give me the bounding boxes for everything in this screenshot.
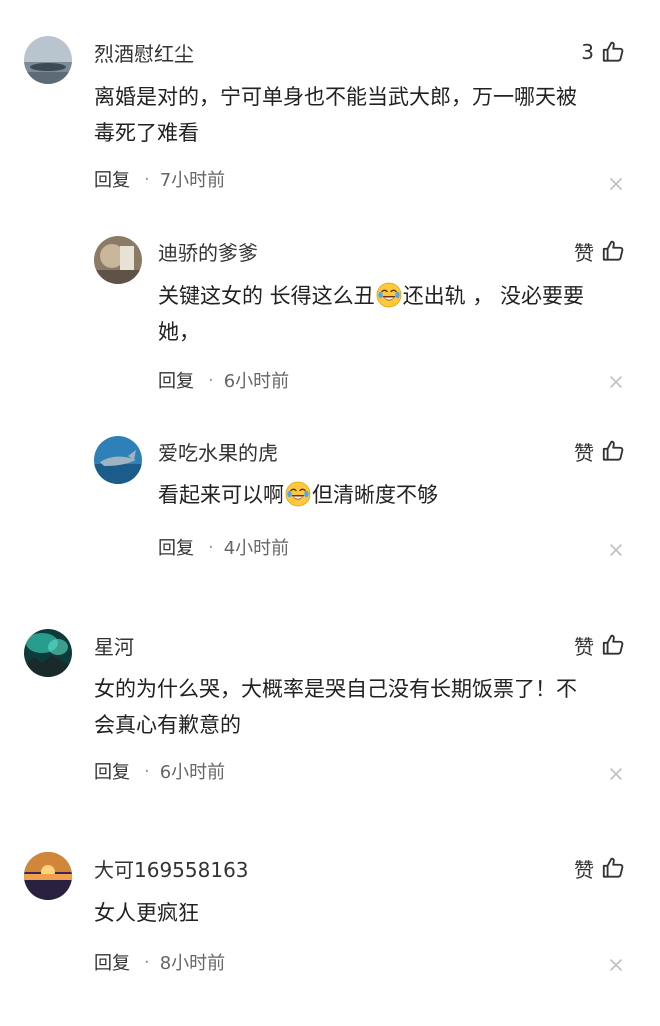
- separator-dot: ·: [208, 536, 214, 558]
- comment-text-part: 看起来可以啊: [158, 483, 284, 507]
- like-label: 赞: [574, 440, 594, 465]
- timestamp: 7小时前: [159, 170, 226, 191]
- laughing-crying-emoji-icon: [285, 481, 311, 507]
- comment-text: 看起来可以啊 但清晰度不够: [158, 477, 438, 513]
- avatar[interactable]: [94, 436, 142, 484]
- separator-dot: ·: [144, 760, 150, 782]
- thumbs-up-icon: [600, 855, 626, 881]
- comment-text-line: 女的为什么哭，大概率是哭自己没有长期饭票了！不: [94, 677, 577, 701]
- separator-dot: ·: [208, 369, 214, 391]
- comment-text: 离婚是对的，宁可单身也不能当武大郎，万一哪天被 毒死了难看: [94, 79, 577, 151]
- comment-meta: 回复 · 6小时前: [158, 367, 289, 393]
- close-icon[interactable]: [608, 374, 624, 390]
- comment-text-line: 看起来可以啊 但清晰度不够: [158, 477, 438, 513]
- username[interactable]: 爱吃水果的虎: [158, 437, 278, 466]
- avatar[interactable]: [24, 852, 72, 900]
- username[interactable]: 大可169558163: [94, 854, 249, 883]
- comment-text: 女的为什么哭，大概率是哭自己没有长期饭票了！不 会真心有歉意的: [94, 671, 577, 743]
- reply-button[interactable]: 回复: [94, 758, 130, 784]
- close-icon[interactable]: [608, 766, 624, 782]
- timestamp: 4小时前: [223, 538, 290, 559]
- avatar[interactable]: [24, 629, 72, 677]
- like-label: 赞: [574, 857, 594, 882]
- like-button[interactable]: 3: [581, 38, 626, 66]
- reply-button[interactable]: 回复: [158, 534, 194, 560]
- timestamp: 8小时前: [159, 953, 226, 974]
- username[interactable]: 迪骄的爹爹: [158, 237, 258, 266]
- comment-text-line: 离婚是对的，宁可单身也不能当武大郎，万一哪天被: [94, 85, 577, 109]
- comment-meta: 回复 · 7小时前: [94, 166, 225, 192]
- close-icon[interactable]: [608, 542, 624, 558]
- username[interactable]: 星河: [94, 631, 134, 660]
- comment-text: 女人更疯狂: [94, 895, 199, 931]
- like-label: 赞: [574, 634, 594, 659]
- like-button[interactable]: 赞: [574, 631, 626, 659]
- comment-text-part: 还出轨 ， 没必要要: [402, 284, 585, 308]
- thumbs-up-icon: [600, 238, 626, 264]
- laughing-crying-emoji-icon: [376, 282, 402, 308]
- comment-meta: 回复 · 8小时前: [94, 949, 225, 975]
- separator-dot: ·: [144, 951, 150, 973]
- comment-meta: 回复 · 4小时前: [158, 534, 289, 560]
- like-count: 3: [581, 40, 594, 64]
- avatar[interactable]: [94, 236, 142, 284]
- thumbs-up-icon: [600, 438, 626, 464]
- comment-text-line: 会真心有歉意的: [94, 713, 241, 737]
- comment-text-line: 女人更疯狂: [94, 901, 199, 925]
- thumbs-up-icon: [600, 632, 626, 658]
- close-icon[interactable]: [608, 176, 624, 192]
- like-button[interactable]: 赞: [574, 437, 626, 465]
- comment-text-part: 但清晰度不够: [312, 483, 438, 507]
- comment-text-line: 毒死了难看: [94, 121, 199, 145]
- comment-text: 关键这女的 长得这么丑 还出轨 ， 没必要要 她，: [158, 278, 584, 350]
- timestamp: 6小时前: [223, 371, 290, 392]
- separator-dot: ·: [144, 168, 150, 190]
- like-label: 赞: [574, 240, 594, 265]
- timestamp: 6小时前: [159, 762, 226, 783]
- comment-text-part: 关键这女的 长得这么丑: [158, 284, 375, 308]
- comment-text-line: 她，: [158, 320, 200, 344]
- like-button[interactable]: 赞: [574, 854, 626, 882]
- avatar[interactable]: [24, 36, 72, 84]
- reply-button[interactable]: 回复: [94, 166, 130, 192]
- reply-button[interactable]: 回复: [94, 949, 130, 975]
- comment-text-line: 关键这女的 长得这么丑 还出轨 ， 没必要要: [158, 278, 584, 314]
- comment-meta: 回复 · 6小时前: [94, 758, 225, 784]
- reply-button[interactable]: 回复: [158, 367, 194, 393]
- username[interactable]: 烈酒慰红尘: [94, 38, 194, 67]
- close-icon[interactable]: [608, 957, 624, 973]
- like-button[interactable]: 赞: [574, 237, 626, 265]
- thumbs-up-icon: [600, 39, 626, 65]
